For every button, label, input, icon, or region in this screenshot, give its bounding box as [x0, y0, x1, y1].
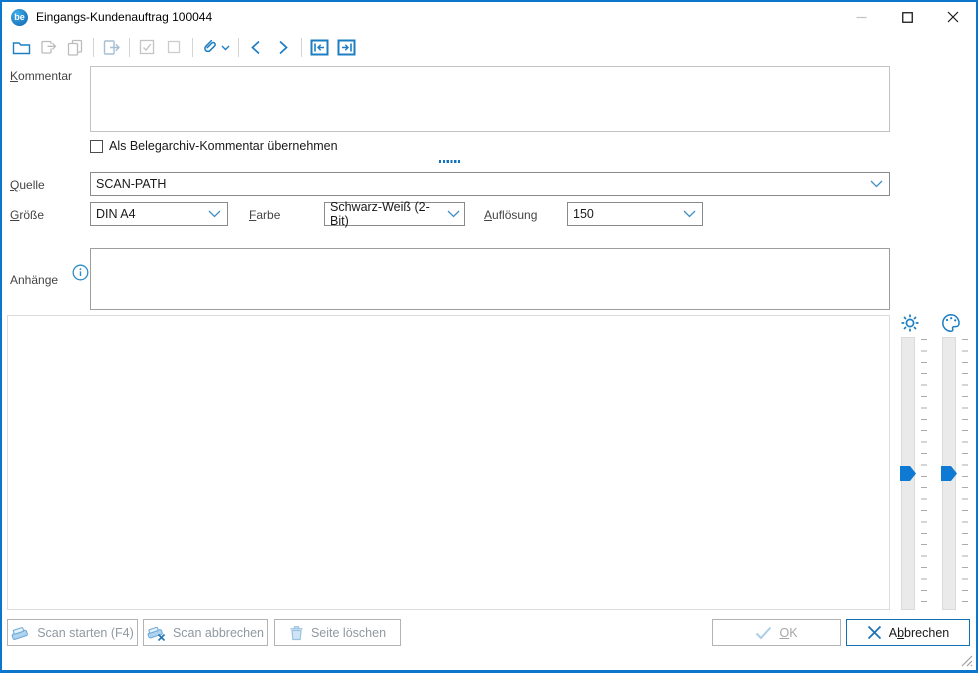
- trash-icon: [289, 625, 304, 641]
- belegarchiv-checkbox-row[interactable]: Als Belegarchiv-Kommentar übernehmen: [90, 139, 338, 153]
- scanner-icon: [11, 625, 30, 641]
- previous-page-button[interactable]: [245, 36, 267, 58]
- toolbar-separator: [93, 38, 94, 57]
- kommentar-textarea[interactable]: [90, 66, 890, 132]
- color-slider-thumb[interactable]: [941, 466, 958, 481]
- app-logo-icon: be: [11, 9, 28, 26]
- select-all-button[interactable]: [136, 36, 158, 58]
- aufloesung-value: 150: [573, 207, 594, 221]
- scan-start-label: Scan starten (F4): [37, 626, 134, 640]
- toolbar-separator: [238, 38, 239, 57]
- deselect-button[interactable]: [163, 36, 185, 58]
- close-button[interactable]: [930, 2, 976, 32]
- toolbar: [2, 33, 976, 61]
- open-folder-button[interactable]: [10, 36, 32, 58]
- belegarchiv-checkbox-label: Als Belegarchiv-Kommentar übernehmen: [109, 139, 338, 153]
- groesse-label: Größe: [10, 208, 44, 222]
- scan-dialog-window: be Eingangs-Kundenauftrag 100044: [0, 0, 978, 673]
- info-icon[interactable]: [72, 264, 89, 284]
- scan-cancel-button[interactable]: Scan abbrechen: [143, 619, 268, 646]
- checkbox-checked-icon: [138, 38, 156, 56]
- brightness-slider-track[interactable]: [901, 337, 915, 610]
- toolbar-separator: [129, 38, 130, 57]
- kommentar-label: Kommentar: [10, 69, 72, 83]
- scan-preview-area: [7, 315, 890, 610]
- fit-width-left-icon: [310, 39, 329, 56]
- maximize-button[interactable]: [884, 2, 930, 32]
- ok-label: OK: [779, 626, 797, 640]
- minimize-icon: [856, 12, 867, 23]
- chevron-down-icon: [208, 210, 221, 218]
- chevron-down-icon: [447, 210, 460, 218]
- sun-icon: [900, 313, 920, 333]
- export-page-icon: [39, 39, 58, 56]
- color-slider-group: [940, 313, 978, 336]
- ok-button[interactable]: OK: [712, 619, 841, 646]
- brightness-slider-thumb[interactable]: [900, 466, 917, 481]
- brightness-slider-ticks: [921, 339, 927, 609]
- open-folder-icon: [12, 39, 31, 56]
- page-forward-icon: [102, 39, 121, 56]
- palette-icon: [941, 313, 961, 333]
- groesse-value: DIN A4: [96, 207, 136, 221]
- cancel-label: Abbrechen: [889, 626, 949, 640]
- quelle-value: SCAN-PATH: [96, 177, 166, 191]
- color-slider-ticks: [962, 339, 968, 609]
- brightness-slider-group: [899, 313, 937, 336]
- fit-width-right-button[interactable]: [335, 36, 357, 58]
- checkbox-empty-icon: [166, 39, 182, 55]
- minimize-button[interactable]: [838, 2, 884, 32]
- scan-start-button[interactable]: Scan starten (F4): [7, 619, 138, 646]
- quelle-label: Quelle: [10, 178, 45, 192]
- belegarchiv-checkbox[interactable]: [90, 140, 103, 153]
- farbe-label: Farbe: [249, 208, 280, 222]
- toolbar-separator: [192, 38, 193, 57]
- scanner-cancel-icon: [147, 625, 166, 641]
- delete-page-label: Seite löschen: [311, 626, 386, 640]
- title-bar: be Eingangs-Kundenauftrag 100044: [2, 2, 976, 32]
- farbe-combobox[interactable]: Schwarz-Weiß (2-Bit): [324, 202, 465, 226]
- color-slider-track[interactable]: [942, 337, 956, 610]
- splitter-handle[interactable]: [439, 160, 461, 163]
- copy-pages-button[interactable]: [64, 36, 86, 58]
- chevron-down-icon: [870, 180, 883, 188]
- fit-width-right-icon: [337, 39, 356, 56]
- window-title: Eingangs-Kundenauftrag 100044: [36, 10, 212, 24]
- quelle-combobox[interactable]: SCAN-PATH: [90, 172, 890, 196]
- close-icon: [947, 11, 959, 23]
- next-page-button[interactable]: [272, 36, 294, 58]
- export-page-button[interactable]: [37, 36, 59, 58]
- chevron-left-icon: [248, 39, 264, 56]
- attachments-button[interactable]: [199, 36, 231, 58]
- fit-width-left-button[interactable]: [308, 36, 330, 58]
- delete-page-button[interactable]: Seite löschen: [274, 619, 401, 646]
- check-icon: [755, 626, 772, 640]
- anhaenge-list[interactable]: [90, 248, 890, 310]
- anhaenge-label: Anhänge: [10, 273, 58, 287]
- x-icon: [867, 625, 882, 640]
- farbe-value: Schwarz-Weiß (2-Bit): [330, 200, 447, 228]
- resize-grip[interactable]: [959, 653, 973, 667]
- maximize-icon: [902, 12, 913, 23]
- chevron-down-icon: [683, 210, 696, 218]
- toolbar-separator: [301, 38, 302, 57]
- groesse-combobox[interactable]: DIN A4: [90, 202, 228, 226]
- page-forward-button[interactable]: [100, 36, 122, 58]
- chevron-down-icon: [222, 46, 229, 50]
- aufloesung-combobox[interactable]: 150: [567, 202, 703, 226]
- aufloesung-label: Auflösung: [484, 208, 537, 222]
- copy-pages-icon: [66, 39, 84, 56]
- chevron-right-icon: [275, 39, 291, 56]
- cancel-button[interactable]: Abbrechen: [846, 619, 970, 646]
- paperclip-icon: [200, 38, 231, 57]
- scan-cancel-label: Scan abbrechen: [173, 626, 264, 640]
